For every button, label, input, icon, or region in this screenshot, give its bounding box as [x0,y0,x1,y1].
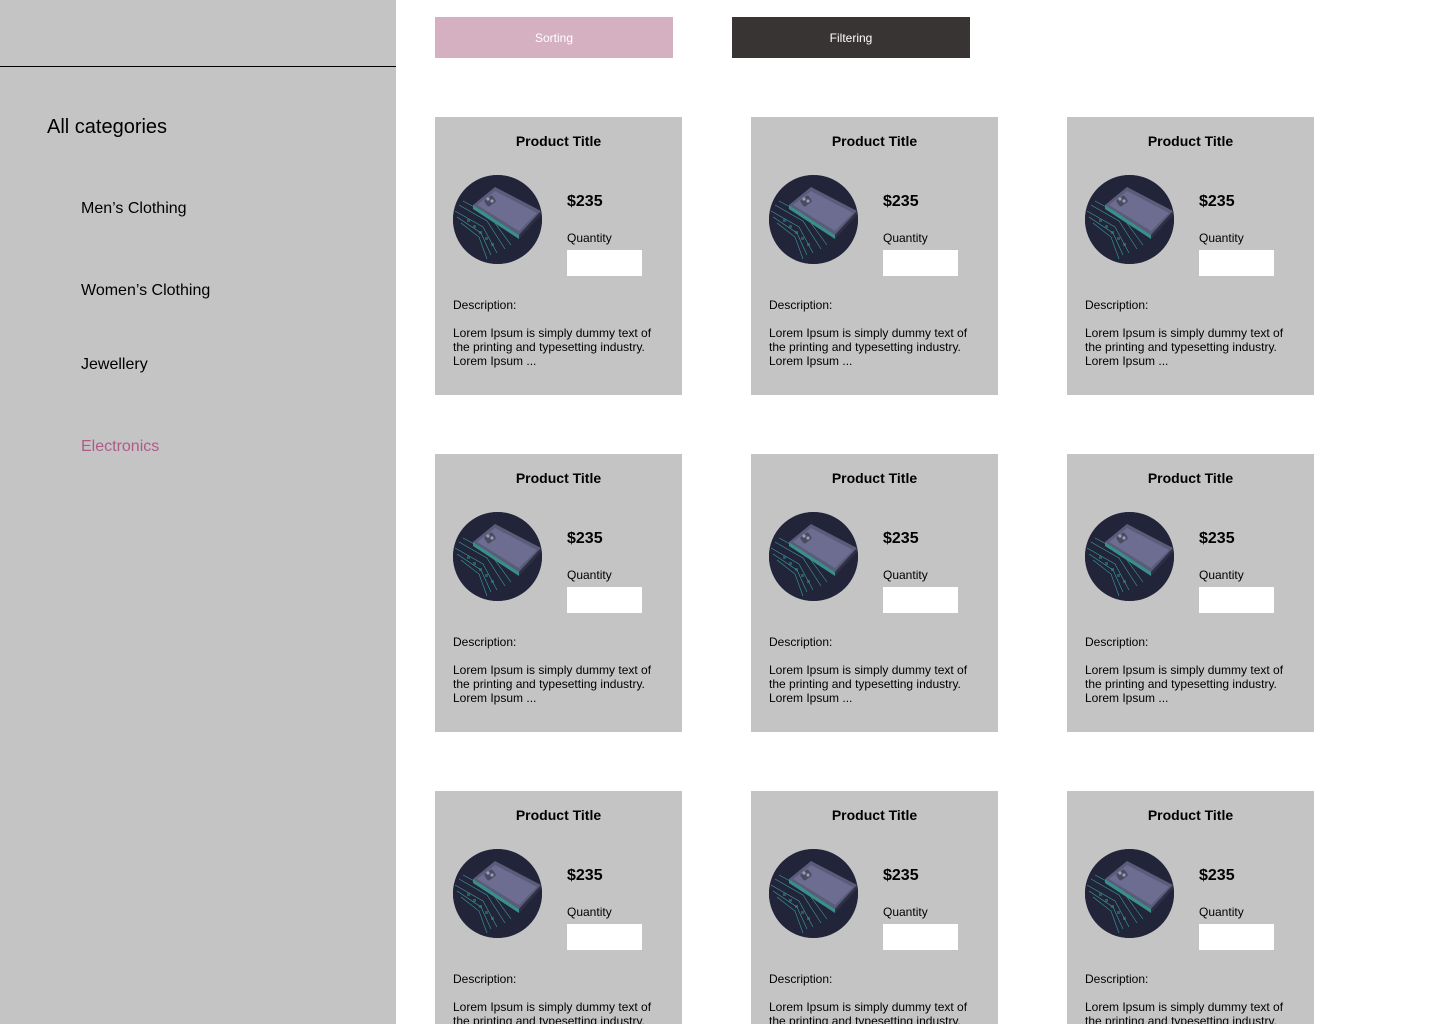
smartphone-image [453,849,542,938]
sidebar: All categories Men’s Clothing Women’s Cl… [0,0,396,1024]
smartphone-image [769,849,858,938]
sidebar-item-womens-clothing[interactable]: Women’s Clothing [81,282,210,300]
product-title: Product Title [831,133,918,149]
description-label: Description: [1085,635,1149,649]
quantity-input[interactable] [1199,924,1274,950]
sidebar-header [0,0,396,67]
product-price: $235 [1199,530,1235,547]
description-label: Description: [769,298,833,312]
quantity-label: Quantity [883,905,928,919]
description-label: Description: [769,972,833,986]
product-card[interactable]: Product Title $235 Quantity Description:… [751,791,998,1024]
product-card[interactable]: Product Title $235 Quantity Description:… [1067,791,1314,1024]
product-price: $235 [883,530,919,547]
product-title: Product Title [1147,470,1234,486]
quantity-label: Quantity [883,568,928,582]
smartphone-image [1085,849,1174,938]
smartphone-image [769,175,858,264]
product-description: Lorem Ipsum is simply dummy text of the … [769,326,968,368]
quantity-input[interactable] [1199,587,1274,613]
product-price: $235 [567,867,603,884]
product-title: Product Title [1147,133,1234,149]
filtering-button[interactable]: Filtering [732,17,970,58]
smartphone-image [1085,512,1174,601]
quantity-label: Quantity [567,905,612,919]
quantity-input[interactable] [567,587,642,613]
product-price: $235 [1199,867,1235,884]
product-card[interactable]: Product Title $235 Quantity Description:… [435,791,682,1024]
product-description: Lorem Ipsum is simply dummy text of the … [1085,1000,1284,1024]
product-card[interactable]: Product Title $235 Quantity Description:… [751,454,998,732]
product-description: Lorem Ipsum is simply dummy text of the … [453,663,652,705]
product-price: $235 [567,530,603,547]
quantity-label: Quantity [567,231,612,245]
description-label: Description: [1085,972,1149,986]
product-price: $235 [1199,193,1235,210]
quantity-input[interactable] [567,250,642,276]
description-label: Description: [1085,298,1149,312]
product-card[interactable]: Product Title $235 Quantity Description:… [1067,117,1314,395]
quantity-label: Quantity [1199,568,1244,582]
quantity-label: Quantity [1199,231,1244,245]
description-label: Description: [453,972,517,986]
sidebar-title: All categories [47,116,168,138]
product-card[interactable]: Product Title $235 Quantity Description:… [751,117,998,395]
quantity-input[interactable] [883,924,958,950]
product-card[interactable]: Product Title $235 Quantity Description:… [1067,454,1314,732]
product-card[interactable]: Product Title $235 Quantity Description:… [435,117,682,395]
product-description: Lorem Ipsum is simply dummy text of the … [453,326,652,368]
product-title: Product Title [1147,807,1234,823]
sidebar-item-electronics[interactable]: Electronics [81,438,159,456]
product-description: Lorem Ipsum is simply dummy text of the … [1085,326,1284,368]
page: All categories Men’s Clothing Women’s Cl… [0,0,1440,1024]
description-label: Description: [453,298,517,312]
product-title: Product Title [515,807,602,823]
quantity-input[interactable] [567,924,642,950]
smartphone-image [1085,175,1174,264]
description-label: Description: [453,635,517,649]
product-title: Product Title [831,807,918,823]
quantity-input[interactable] [883,250,958,276]
product-card[interactable]: Product Title $235 Quantity Description:… [435,454,682,732]
smartphone-image [453,512,542,601]
product-description: Lorem Ipsum is simply dummy text of the … [1085,663,1284,705]
sorting-button[interactable]: Sorting [435,17,673,58]
product-price: $235 [883,867,919,884]
smartphone-image [453,175,542,264]
sidebar-item-jewellery[interactable]: Jewellery [81,356,148,374]
quantity-input[interactable] [1199,250,1274,276]
product-description: Lorem Ipsum is simply dummy text of the … [769,1000,968,1024]
product-title: Product Title [515,133,602,149]
quantity-label: Quantity [567,568,612,582]
quantity-label: Quantity [1199,905,1244,919]
product-price: $235 [567,193,603,210]
product-title: Product Title [515,470,602,486]
description-label: Description: [769,635,833,649]
quantity-label: Quantity [883,231,928,245]
smartphone-image [769,512,858,601]
quantity-input[interactable] [883,587,958,613]
product-description: Lorem Ipsum is simply dummy text of the … [453,1000,652,1024]
product-description: Lorem Ipsum is simply dummy text of the … [769,663,968,705]
sidebar-item-mens-clothing[interactable]: Men’s Clothing [81,200,187,218]
product-title: Product Title [831,470,918,486]
product-price: $235 [883,193,919,210]
